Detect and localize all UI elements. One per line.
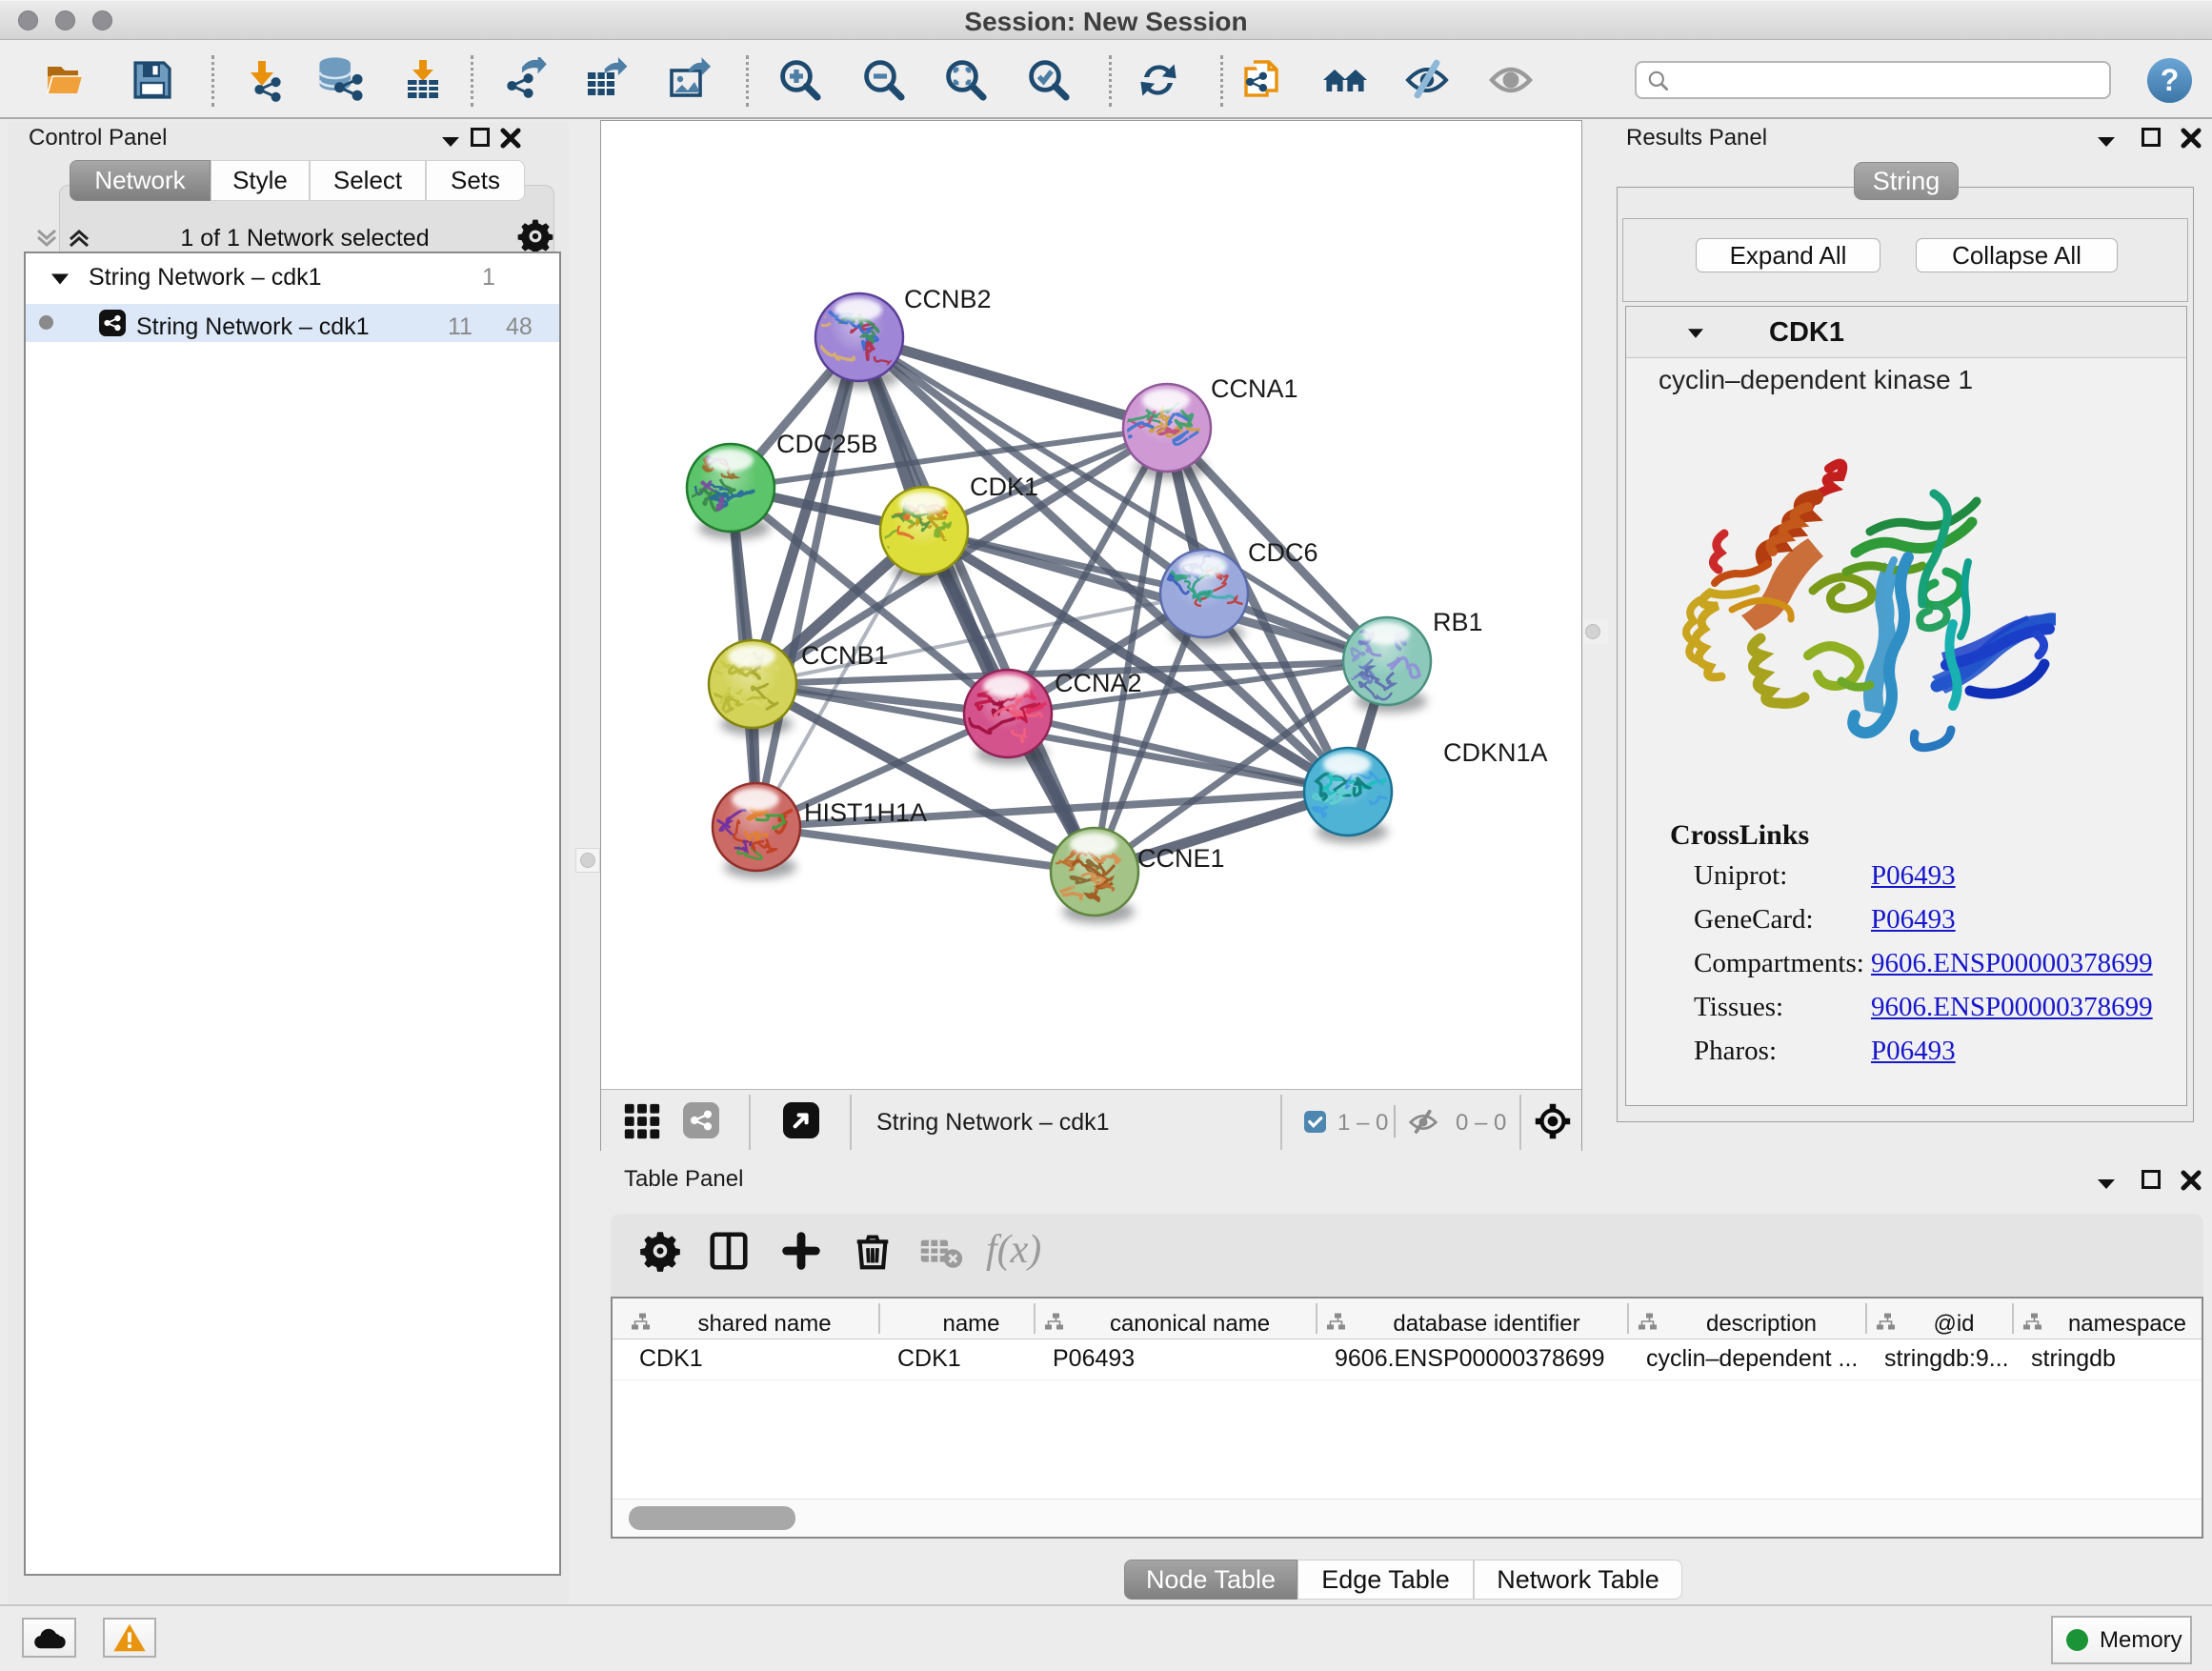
svg-text:RB1: RB1 [1433, 608, 1483, 636]
svg-text:CCNB2: CCNB2 [904, 285, 992, 313]
svg-text:CDC6: CDC6 [1248, 538, 1318, 567]
svg-text:CCNA2: CCNA2 [1055, 669, 1142, 697]
svg-text:CDK1: CDK1 [970, 473, 1038, 501]
svg-text:CDC25B: CDC25B [776, 430, 878, 458]
svg-text:CCNB1: CCNB1 [801, 641, 889, 670]
svg-text:CCNE1: CCNE1 [1137, 844, 1225, 873]
svg-text:CDKN1A: CDKN1A [1443, 738, 1548, 767]
svg-text:HIST1H1A: HIST1H1A [804, 798, 927, 827]
svg-text:CCNA1: CCNA1 [1211, 374, 1298, 403]
